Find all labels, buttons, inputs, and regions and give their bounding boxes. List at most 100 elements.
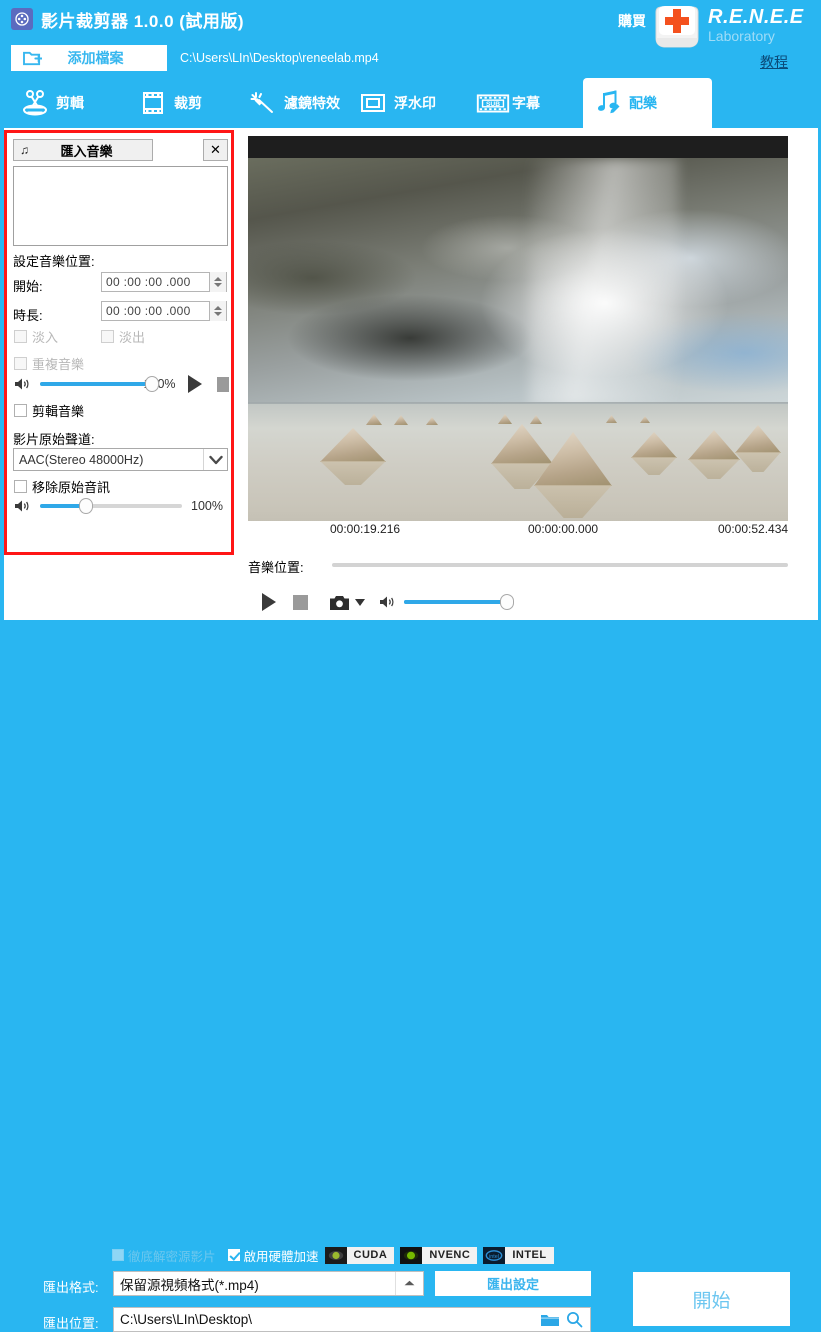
export-location-input[interactable]: C:\Users\LIn\Desktop\ [113, 1307, 591, 1332]
speaker-icon [14, 499, 31, 513]
music-volume-thumb[interactable] [145, 376, 159, 392]
gpu-badge-cuda[interactable]: CUDA [324, 1246, 395, 1264]
search-icon[interactable] [566, 1311, 583, 1328]
tab-label: 字幕 [512, 95, 540, 111]
music-settings-panel: ♫ 匯入音樂 ✕ 設定音樂位置: 開始: 00 :00 :00 .000 時長:… [4, 130, 234, 555]
loop-music-label: 重複音樂 [32, 357, 85, 372]
play-icon[interactable] [262, 593, 276, 611]
preview-volume-fill [404, 600, 512, 604]
tab-subtitle[interactable]: SUB 字幕 [466, 78, 566, 128]
checkbox-box [227, 1249, 240, 1261]
remove-source-audio-label: 移除原始音訊 [32, 480, 111, 495]
tab-label: 濾鏡特效 [284, 95, 340, 111]
play-icon[interactable] [187, 375, 202, 393]
source-volume-value: 100% [191, 499, 223, 513]
fade-out-label: 淡出 [119, 330, 146, 345]
tab-watermark[interactable]: 浮水印 [348, 78, 456, 128]
export-format-label: 匯出格式: [43, 1280, 99, 1295]
music-position-slider[interactable] [332, 563, 788, 567]
checkbox-box [14, 480, 27, 493]
intel-logo-icon: intel [483, 1246, 506, 1264]
source-volume-thumb[interactable] [79, 498, 93, 514]
music-position-label: 音樂位置: [248, 560, 304, 575]
export-format-value: 保留源視頻格式(*.mp4) [120, 1277, 259, 1293]
preview-volume-thumb[interactable] [500, 594, 514, 610]
import-music-button[interactable]: ♫ 匯入音樂 [13, 139, 153, 161]
music-list[interactable] [13, 166, 228, 246]
add-folder-icon [23, 50, 43, 67]
source-volume-slider[interactable] [40, 498, 182, 514]
source-channel-select[interactable]: AAC(Stereo 48000Hz) [13, 448, 228, 471]
preview-volume-slider[interactable] [404, 594, 514, 610]
start-time-stepper[interactable] [209, 272, 226, 292]
checkbox-box [14, 357, 27, 370]
export-format-select[interactable]: 保留源視頻格式(*.mp4) [113, 1271, 424, 1296]
remove-source-audio-checkbox[interactable]: 移除原始音訊 [14, 477, 110, 496]
gpu-badge-label: INTEL [505, 1246, 554, 1264]
checkbox-box [14, 330, 27, 343]
fade-out-checkbox[interactable]: 淡出 [101, 327, 145, 346]
source-channel-label: 影片原始聲道: [13, 432, 95, 447]
export-settings-button[interactable]: 匯出設定 [435, 1271, 591, 1296]
loop-music-checkbox[interactable]: 重複音樂 [14, 354, 84, 373]
chevron-down-icon [203, 449, 227, 470]
buy-link[interactable]: 購買 [618, 11, 646, 31]
tab-soundtrack[interactable]: 配樂 [583, 78, 712, 128]
gpu-badge-label: CUDA [346, 1246, 395, 1264]
duration-stepper[interactable] [209, 301, 226, 321]
scissors-icon [18, 88, 52, 118]
gpu-badge-nvenc[interactable]: NVENC [400, 1246, 478, 1264]
fade-in-checkbox[interactable]: 淡入 [14, 327, 58, 346]
tab-label: 裁剪 [174, 95, 202, 111]
video-preview[interactable] [248, 136, 788, 521]
stop-icon[interactable] [293, 594, 308, 610]
tab-filter-effects[interactable]: 濾鏡特效 [238, 78, 366, 128]
export-location-label: 匯出位置: [43, 1316, 99, 1331]
checkbox-box [14, 404, 27, 417]
timestamp-left: 00:00:19.216 [330, 522, 401, 536]
decrypt-source-checkbox[interactable]: 徹底解密源影片 [112, 1246, 216, 1265]
svg-text:SUB: SUB [486, 101, 500, 108]
start-button[interactable]: 開始 [633, 1272, 790, 1326]
folder-icon[interactable] [540, 1312, 560, 1328]
tab-bar: 剪輯 裁剪 濾鏡特效 浮水印 SUB 字幕 配樂 [0, 78, 821, 128]
decrypt-source-label: 徹底解密源影片 [128, 1249, 216, 1264]
speaker-icon [379, 595, 396, 609]
current-file-path: C:\Users\LIn\Desktop\reneelab.mp4 [180, 51, 379, 65]
start-time-input[interactable]: 00 :00 :00 .000 [101, 272, 227, 292]
camera-icon[interactable] [330, 595, 349, 610]
import-row: ♫ 匯入音樂 ✕ [13, 139, 228, 161]
hardware-options-row: 徹底解密源影片 啟用硬體加速 CUDA NVENC intel INTEL [112, 1246, 554, 1264]
caret-up-icon [395, 1272, 423, 1295]
speaker-icon [14, 377, 31, 391]
tab-label: 浮水印 [394, 95, 436, 111]
tutorial-link[interactable]: 教程 [760, 52, 788, 72]
duration-label: 時長: [13, 308, 43, 323]
close-icon[interactable]: ✕ [203, 139, 228, 161]
duration-input[interactable]: 00 :00 :00 .000 [101, 301, 227, 321]
music-volume-slider[interactable] [40, 376, 159, 392]
add-file-label: 添加檔案 [67, 50, 124, 66]
gpu-badge-intel[interactable]: intel INTEL [483, 1246, 554, 1264]
hw-accel-checkbox[interactable]: 啟用硬體加速 [227, 1246, 319, 1265]
add-file-button[interactable]: 添加檔案 [11, 45, 167, 71]
preview-letterbox-top [248, 136, 788, 158]
export-settings-label: 匯出設定 [486, 1277, 539, 1292]
music-volume-row: 100% [14, 375, 229, 393]
transport-controls [262, 590, 514, 614]
caret-down-icon[interactable] [355, 598, 365, 606]
tab-label: 剪輯 [56, 95, 84, 111]
trim-music-checkbox[interactable]: 剪輯音樂 [14, 401, 84, 420]
start-time-label: 開始: [13, 279, 43, 294]
preview-sunray [528, 158, 679, 408]
tab-crop[interactable]: 裁剪 [128, 78, 233, 128]
trim-music-label: 剪輯音樂 [32, 404, 85, 419]
stop-icon[interactable] [216, 376, 229, 392]
red-cross-keycap-icon [646, 2, 708, 52]
film-reel-icon [11, 8, 33, 30]
tab-clip[interactable]: 剪輯 [10, 78, 115, 128]
gpu-badge-label: NVENC [422, 1246, 478, 1264]
subtitle-icon: SUB [474, 88, 510, 118]
start-button-label: 開始 [692, 1290, 731, 1312]
position-section-label: 設定音樂位置: [13, 254, 95, 269]
